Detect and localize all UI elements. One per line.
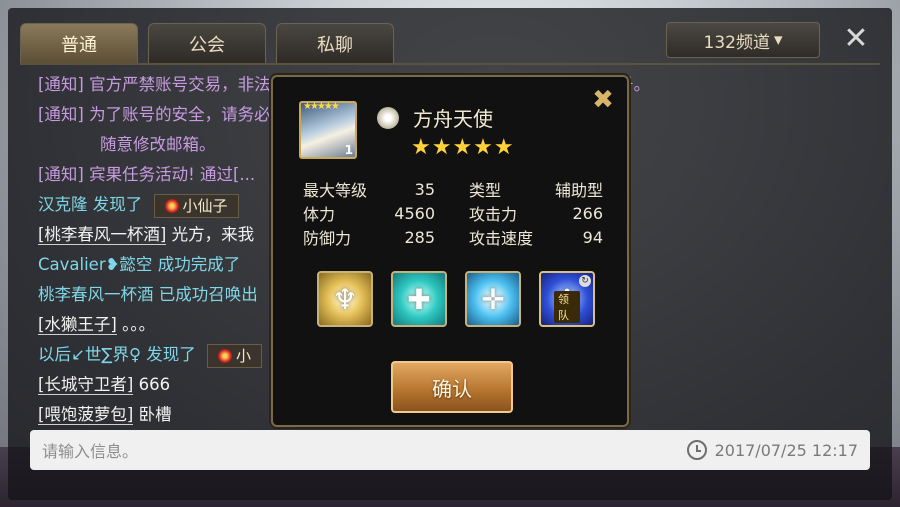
- tab-guild[interactable]: 公会: [148, 23, 266, 63]
- heal-cross-icon: ✚: [407, 282, 431, 316]
- stat-row: 防御力 285 攻击速度 94: [303, 225, 603, 249]
- stats-table: 最大等级 35 类型 辅助型 体力 4560 攻击力 266 防御力 285 攻…: [303, 177, 603, 249]
- notice-tag: [通知]: [38, 165, 84, 184]
- chat-input[interactable]: 请输入信息。 2017/07/25 12:17: [30, 430, 870, 470]
- stat-label: 防御力: [303, 229, 352, 248]
- leader-skill-slot[interactable]: ↻ ♟ 领队: [539, 271, 595, 327]
- stat-label: 攻击速度: [469, 229, 534, 248]
- confirm-button[interactable]: 确认: [391, 361, 513, 413]
- stat-label: 类型: [469, 181, 502, 200]
- stat-value: 266: [572, 203, 603, 223]
- item-name: 小: [236, 346, 252, 365]
- stat-value: 35: [414, 179, 435, 199]
- player-name[interactable]: [水獭王子]: [38, 315, 117, 335]
- player-name[interactable]: [桃李春风一杯酒]: [38, 225, 167, 245]
- divider: [20, 63, 880, 65]
- wing-emblem-icon: ♆: [332, 282, 358, 316]
- refresh-icon: ↻: [579, 275, 591, 287]
- stat-value: 94: [582, 227, 603, 247]
- item-link[interactable]: 小仙子: [153, 193, 239, 218]
- unit-portrait: ★★★★★ 1: [299, 101, 357, 159]
- stat-label: 攻击力: [469, 205, 518, 224]
- clock-icon: [686, 440, 707, 460]
- event-verb: 发现了: [92, 195, 143, 214]
- player-name[interactable]: 汉克隆: [38, 195, 88, 214]
- stat-label: 体力: [303, 205, 336, 224]
- close-icon[interactable]: ✕: [838, 20, 874, 56]
- skill-slot-3[interactable]: ✛: [465, 271, 521, 327]
- close-icon[interactable]: ✖: [591, 87, 615, 113]
- stat-value: 285: [404, 227, 435, 247]
- skill-list: ♆ ✚ ✛ ↻ ♟ 领队: [317, 271, 595, 327]
- star-rating: ★★★★★: [411, 135, 515, 160]
- chat-text: 光方，来我: [171, 225, 255, 244]
- channel-selector[interactable]: 132频道 ▾: [666, 22, 820, 58]
- notice-text: 宾果任务活动! 通过[...: [89, 165, 256, 184]
- stat-row: 最大等级 35 类型 辅助型: [303, 177, 603, 201]
- tab-private[interactable]: 私聊: [276, 23, 394, 63]
- event-verb: 成功完成了: [157, 255, 241, 274]
- item-name: 小仙子: [182, 196, 228, 215]
- player-name[interactable]: [长城守卫者]: [38, 375, 134, 395]
- portrait-level: 1: [344, 143, 353, 157]
- player-name[interactable]: 以后↙世∑界♀: [38, 345, 141, 364]
- stat-label: 最大等级: [303, 181, 368, 200]
- chat-input-placeholder: 请输入信息。: [42, 442, 139, 461]
- event-text: 桃李春风一杯酒 已成功召唤出: [38, 285, 258, 304]
- light-element-icon: [377, 107, 399, 129]
- notice-tag: [通知]: [38, 75, 84, 94]
- notice-tag: [通知]: [38, 105, 84, 124]
- monster-icon: [164, 198, 179, 213]
- player-name[interactable]: Cavalier❥懿空: [38, 255, 152, 274]
- channel-label: 132频道: [703, 32, 770, 53]
- unit-name: 方舟天使: [413, 107, 493, 131]
- chat-text: 卧槽: [138, 405, 172, 424]
- chevron-down-icon: ▾: [773, 30, 783, 50]
- chat-text: 666: [138, 375, 171, 394]
- stat-value: 辅助型: [554, 181, 603, 200]
- event-verb: 发现了: [146, 345, 196, 364]
- item-link[interactable]: 小: [207, 343, 263, 368]
- tab-general[interactable]: 普通: [20, 23, 138, 63]
- skill-slot-2[interactable]: ✚: [391, 271, 447, 327]
- leader-badge: 领队: [554, 291, 580, 323]
- monster-icon: [218, 348, 233, 363]
- stat-value: 4560: [394, 203, 435, 223]
- portrait-stars: ★★★★★: [303, 101, 340, 112]
- timestamp: 2017/07/25 12:17: [686, 440, 858, 460]
- cross-arrows-icon: ✛: [481, 282, 505, 316]
- chat-text: 。。。: [122, 315, 156, 334]
- timestamp-text: 2017/07/25 12:17: [714, 440, 858, 460]
- unit-info-modal: ✖ ★★★★★ 1 方舟天使 ★★★★★ 最大等级 35 类型 辅助型 体力 4…: [271, 75, 629, 427]
- player-name[interactable]: [喂饱菠萝包]: [38, 405, 134, 425]
- skill-slot-1[interactable]: ♆: [317, 271, 373, 327]
- stat-row: 体力 4560 攻击力 266: [303, 201, 603, 225]
